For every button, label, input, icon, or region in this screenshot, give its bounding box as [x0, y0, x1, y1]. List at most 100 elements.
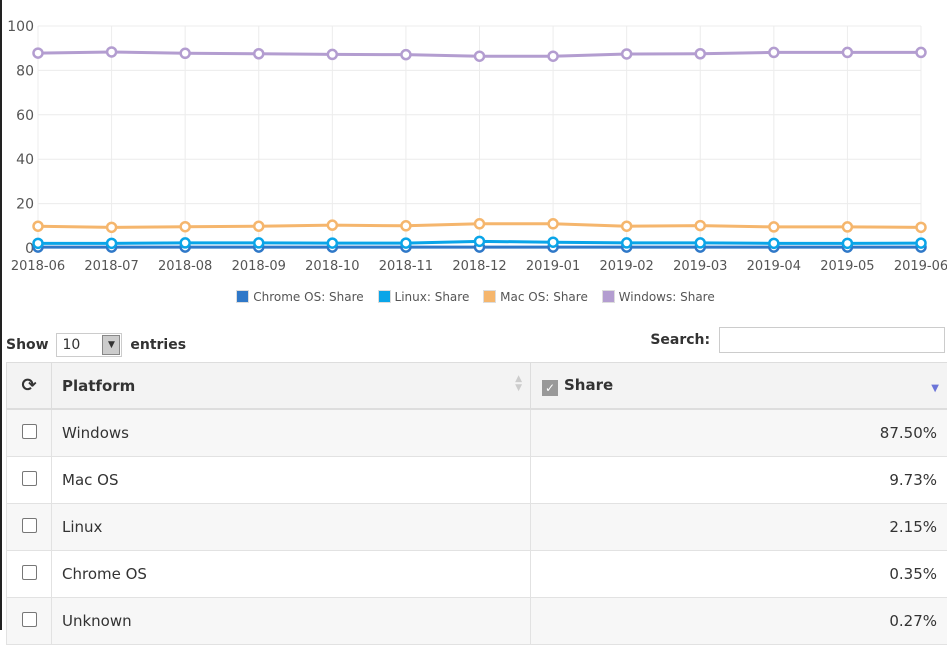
- table-row[interactable]: Mac OS 9.73%: [7, 457, 947, 504]
- data-point: [181, 49, 190, 58]
- data-point: [696, 49, 705, 58]
- data-point: [622, 238, 631, 247]
- row-select-cell[interactable]: [7, 409, 52, 457]
- data-point: [549, 238, 558, 247]
- data-point: [328, 239, 337, 248]
- refresh-icon[interactable]: ⟳: [21, 375, 36, 396]
- data-point: [622, 222, 631, 231]
- entries-length-control: Show 10 ▼ entries: [6, 333, 186, 357]
- entries-label: entries: [130, 337, 186, 353]
- share-header-label: Share: [564, 376, 613, 394]
- data-point: [34, 49, 43, 58]
- sort-desc-icon: ▼: [931, 383, 939, 394]
- legend-label: Windows: Share: [619, 290, 715, 304]
- x-tick-label: 2018-08: [158, 259, 212, 274]
- data-point: [328, 221, 337, 230]
- legend-label: Mac OS: Share: [500, 290, 588, 304]
- entries-select[interactable]: 10 ▼: [56, 333, 122, 357]
- legend-swatch: [236, 290, 249, 303]
- line-chart: 0204060801002018-062018-072018-082018-09…: [2, 0, 947, 280]
- row-checkbox[interactable]: [22, 424, 37, 439]
- legend-item-linux[interactable]: Linux: Share: [378, 290, 470, 304]
- data-point: [917, 223, 926, 232]
- data-point: [917, 239, 926, 248]
- y-tick-label: 100: [7, 19, 34, 35]
- x-tick-label: 2019-06: [894, 259, 947, 274]
- legend-item-mac-os[interactable]: Mac OS: Share: [483, 290, 588, 304]
- x-tick-label: 2019-02: [600, 259, 654, 274]
- data-point: [549, 219, 558, 228]
- platform-cell: Windows: [52, 409, 531, 457]
- platform-column-header[interactable]: Platform ▲▼: [52, 363, 531, 410]
- platform-header-label: Platform: [62, 377, 135, 395]
- row-checkbox[interactable]: [22, 471, 37, 486]
- row-select-cell[interactable]: [7, 598, 52, 645]
- y-tick-label: 60: [16, 108, 34, 124]
- search-input[interactable]: [719, 327, 945, 353]
- data-point: [769, 239, 778, 248]
- x-tick-label: 2019-01: [526, 259, 580, 274]
- share-cell: 0.35%: [531, 551, 947, 598]
- table-row[interactable]: Unknown 0.27%: [7, 598, 947, 645]
- share-cell: 2.15%: [531, 504, 947, 551]
- data-point: [254, 49, 263, 58]
- refresh-header[interactable]: ⟳: [7, 363, 52, 410]
- data-point: [254, 238, 263, 247]
- data-point: [769, 48, 778, 57]
- share-column-header[interactable]: ✓ Share ▼: [531, 363, 947, 410]
- table-row[interactable]: Linux 2.15%: [7, 504, 947, 551]
- data-point: [107, 47, 116, 56]
- data-point: [401, 221, 410, 230]
- legend-item-windows[interactable]: Windows: Share: [602, 290, 715, 304]
- x-tick-label: 2019-05: [820, 259, 874, 274]
- x-tick-label: 2019-04: [747, 259, 801, 274]
- row-select-cell[interactable]: [7, 457, 52, 504]
- share-cell: 87.50%: [531, 409, 947, 457]
- data-point: [254, 222, 263, 231]
- platform-cell: Unknown: [52, 598, 531, 645]
- x-tick-label: 2018-07: [84, 259, 138, 274]
- checkbox-checked-icon[interactable]: ✓: [542, 380, 558, 396]
- table-row[interactable]: Chrome OS 0.35%: [7, 551, 947, 598]
- dropdown-arrow-icon: ▼: [102, 335, 120, 355]
- platform-cell: Mac OS: [52, 457, 531, 504]
- search-label: Search:: [650, 332, 710, 348]
- data-point: [181, 222, 190, 231]
- legend-item-chrome-os[interactable]: Chrome OS: Share: [236, 290, 363, 304]
- platform-cell: Chrome OS: [52, 551, 531, 598]
- data-point: [181, 238, 190, 247]
- data-point: [843, 239, 852, 248]
- table-row[interactable]: Windows 87.50%: [7, 409, 947, 457]
- x-tick-label: 2018-11: [379, 259, 433, 274]
- show-label: Show: [6, 337, 49, 353]
- row-select-cell[interactable]: [7, 551, 52, 598]
- share-cell: 0.27%: [531, 598, 947, 645]
- row-select-cell[interactable]: [7, 504, 52, 551]
- x-tick-label: 2019-03: [673, 259, 727, 274]
- platform-table: ⟳ Platform ▲▼ ✓ Share ▼ Windows 87.50% Mac …: [6, 362, 947, 645]
- data-point: [622, 49, 631, 58]
- platform-cell: Linux: [52, 504, 531, 551]
- data-point: [475, 52, 484, 61]
- x-tick-label: 2018-12: [452, 259, 506, 274]
- data-point: [107, 223, 116, 232]
- legend-label: Linux: Share: [395, 290, 470, 304]
- entries-value: 10: [62, 337, 80, 353]
- row-checkbox[interactable]: [22, 565, 37, 580]
- sort-both-icon: ▲▼: [515, 375, 522, 393]
- data-point: [475, 237, 484, 246]
- share-cell: 9.73%: [531, 457, 947, 504]
- data-point: [475, 219, 484, 228]
- row-checkbox[interactable]: [22, 518, 37, 533]
- data-point: [401, 239, 410, 248]
- row-checkbox[interactable]: [22, 612, 37, 627]
- legend-swatch: [378, 290, 391, 303]
- y-tick-label: 20: [16, 197, 34, 213]
- x-tick-label: 2018-10: [305, 259, 359, 274]
- y-tick-label: 80: [16, 63, 34, 79]
- legend-swatch: [483, 290, 496, 303]
- data-point: [917, 48, 926, 57]
- data-point: [696, 238, 705, 247]
- x-tick-label: 2018-06: [11, 259, 65, 274]
- legend-label: Chrome OS: Share: [253, 290, 363, 304]
